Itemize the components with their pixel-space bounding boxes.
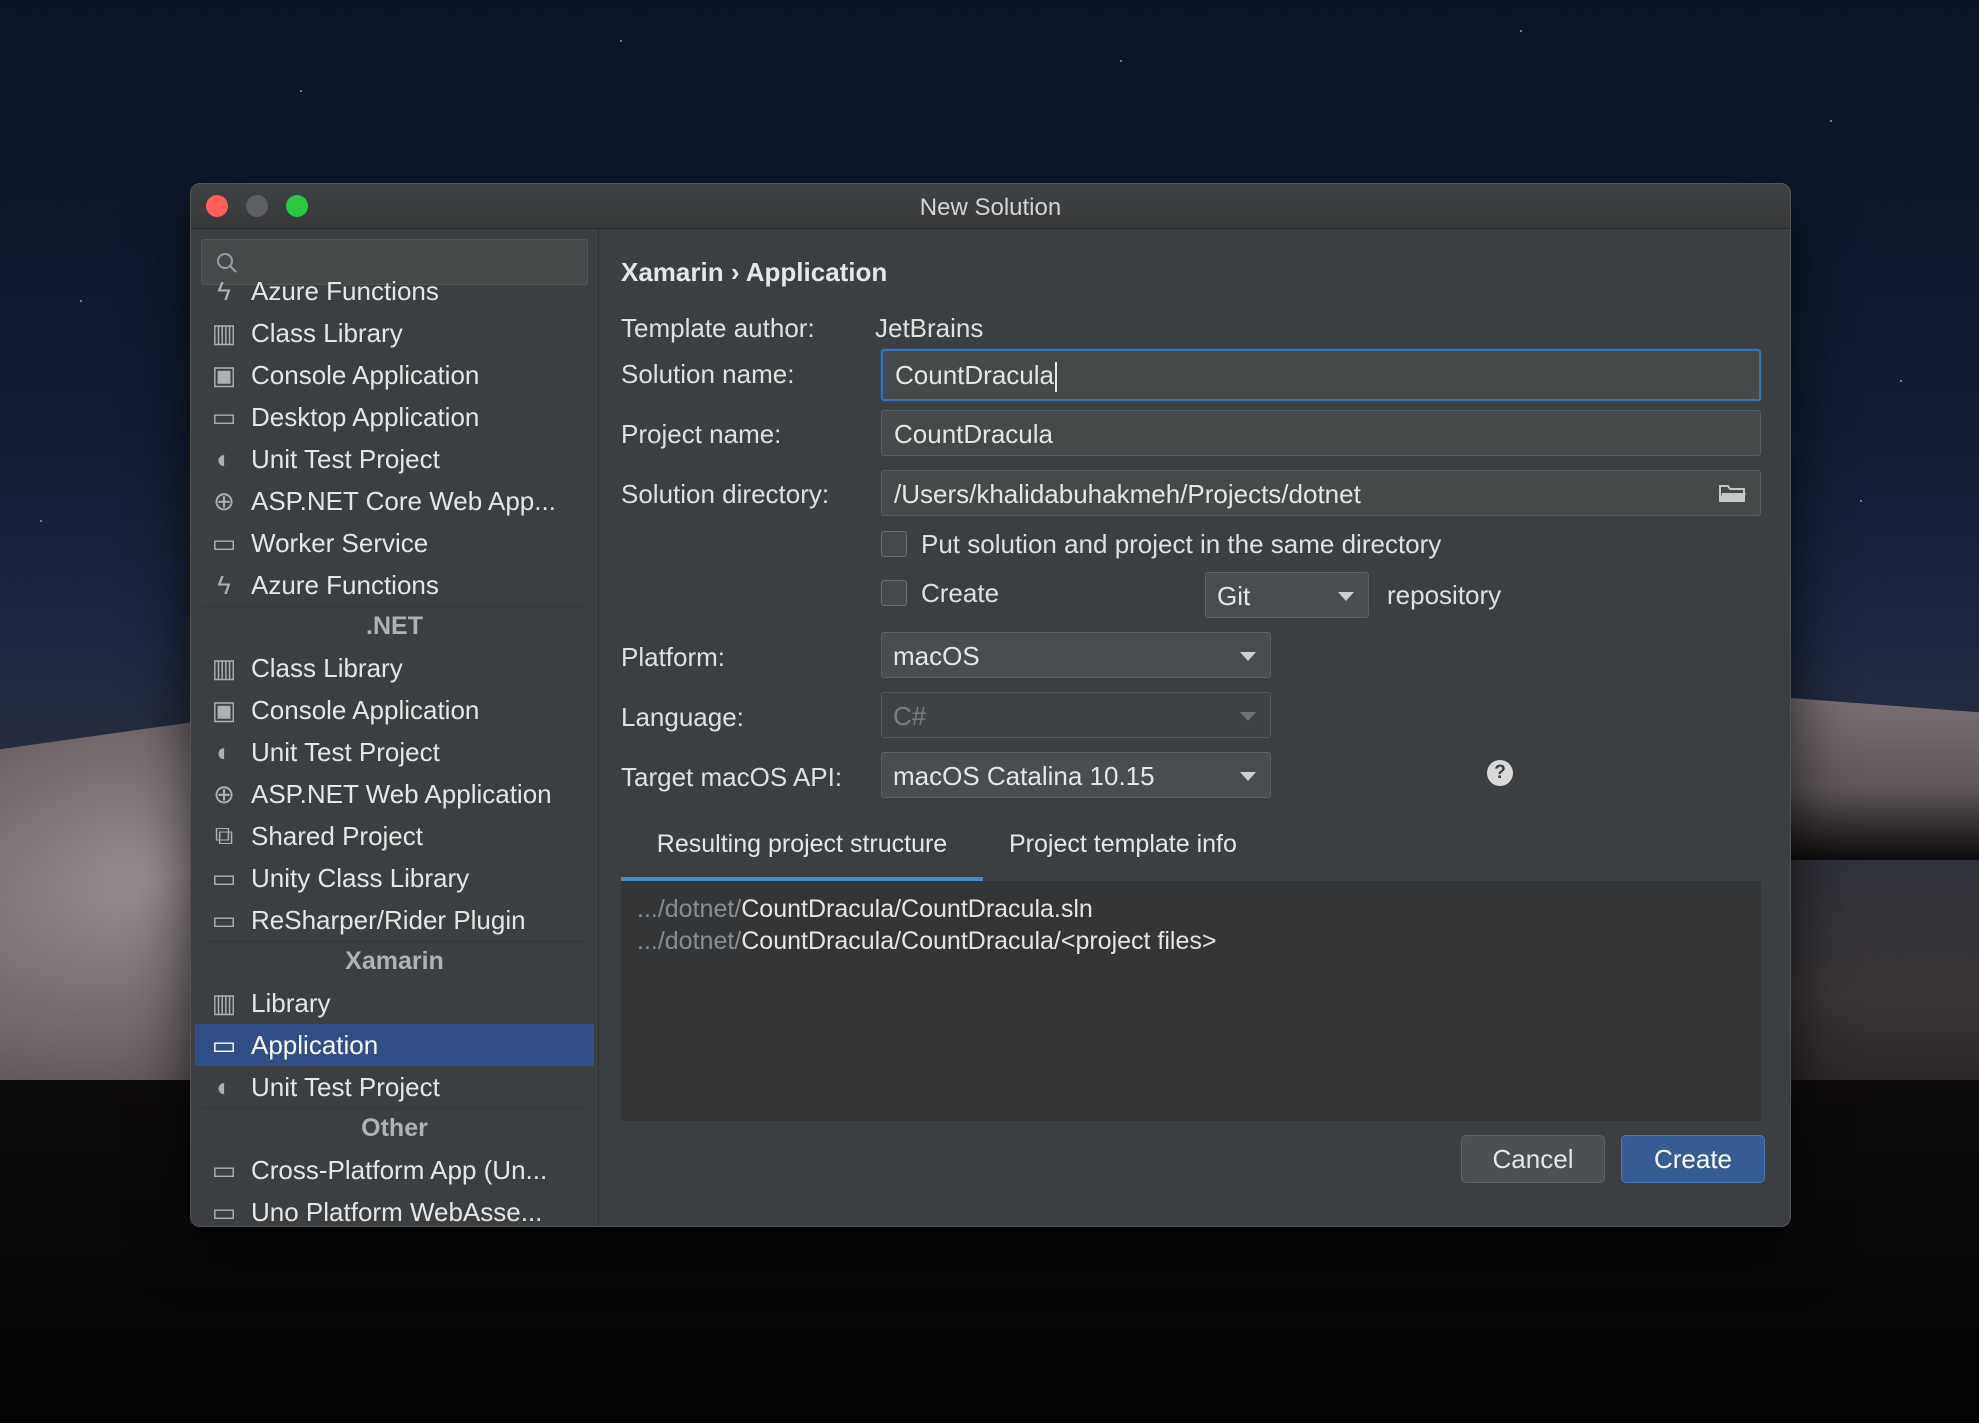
list-item[interactable]: ϟ Azure Functions	[191, 564, 598, 606]
chevron-down-icon	[1240, 712, 1256, 721]
list-item[interactable]: ϟ Azure Functions	[191, 270, 598, 312]
project-structure-panel: .../dotnet/CountDracula/CountDracula.sln…	[621, 881, 1761, 1121]
repository-label: repository	[1387, 580, 1502, 610]
tab-resulting-structure[interactable]: Resulting project structure	[621, 819, 983, 881]
list-item[interactable]: ◐ Unit Test Project	[191, 731, 598, 773]
library-icon: ▥	[211, 317, 237, 348]
help-icon[interactable]: ?	[1487, 760, 1513, 786]
new-solution-dialog: New Solution ϟ Azure Functions ▥ Class Lib…	[190, 183, 1791, 1227]
azure-functions-icon: ϟ	[217, 275, 231, 306]
project-name-label: Project name:	[621, 419, 782, 449]
list-item[interactable]: ◐ Unit Test Project	[191, 438, 598, 480]
list-item[interactable]: ▭ Uno Platform WebAsse...	[191, 1191, 598, 1227]
list-item[interactable]: ▥ Class Library	[191, 647, 598, 689]
template-sidebar: ϟ Azure Functions ▥ Class Library ▣ Console…	[191, 229, 599, 1226]
list-item[interactable]: ▥ Class Library	[191, 312, 598, 354]
list-item[interactable]: ⧉ Shared Project	[191, 815, 598, 857]
template-author-label: Template author:	[621, 313, 815, 343]
target-api-label: Target macOS API:	[621, 762, 843, 792]
chevron-down-icon	[1240, 652, 1256, 661]
shared-icon: ⧉	[214, 820, 234, 850]
solution-directory-label: Solution directory:	[621, 479, 830, 509]
chevron-down-icon	[1240, 772, 1256, 781]
globe-icon: ⊕	[213, 485, 235, 516]
solution-name-field[interactable]: CountDracula	[881, 349, 1761, 401]
unit-test-icon: ◐	[216, 736, 232, 767]
list-item[interactable]: ⊕ ASP.NET Core Web App...	[191, 480, 598, 522]
tab-template-info[interactable]: Project template info	[1009, 819, 1237, 877]
solution-name-label: Solution name:	[621, 359, 795, 389]
platform-select[interactable]: macOS	[881, 632, 1271, 678]
chevron-down-icon	[1338, 592, 1354, 601]
platform-label: Platform:	[621, 642, 726, 672]
same-directory-label: Put solution and project in the same dir…	[921, 529, 1442, 559]
list-item[interactable]: ▭ ReSharper/Rider Plugin	[191, 899, 598, 941]
desktop-icon: ▭	[211, 401, 237, 432]
window-icon: ▭	[211, 1154, 237, 1185]
unit-test-icon: ◐	[216, 443, 232, 474]
info-tabs: Resulting project structure Project temp…	[621, 819, 1761, 881]
unit-test-icon: ◐	[216, 1071, 232, 1102]
create-repository-label: Create	[921, 578, 1000, 608]
list-item[interactable]: ▭ Cross-Platform App (Un...	[191, 1149, 598, 1191]
template-list: ϟ Azure Functions ▥ Class Library ▣ Console…	[191, 276, 598, 1227]
main-panel: Xamarin › Application Template author: J…	[599, 229, 1790, 1226]
window-title: New Solution	[919, 194, 1062, 221]
template-author-value: JetBrains	[875, 313, 984, 343]
globe-icon: ⊕	[213, 778, 235, 809]
list-item-selected[interactable]: ▭ Application	[195, 1024, 594, 1066]
list-item[interactable]: ⊕ ASP.NET Web Application	[191, 773, 598, 815]
title-bar: New Solution	[191, 184, 1790, 229]
list-item[interactable]: ▥ Library	[191, 982, 598, 1024]
folder-open-icon[interactable]	[1718, 481, 1748, 505]
solution-directory-field[interactable]: /Users/khalidabuhakmeh/Projects/dotnet	[881, 470, 1761, 516]
console-icon: ▣	[211, 694, 237, 725]
list-item[interactable]: ▭ Unity Class Library	[191, 857, 598, 899]
library-icon: ▥	[211, 652, 237, 683]
structure-line: .../dotnet/CountDracula/CountDracula/<pr…	[637, 927, 1217, 955]
window-icon: ▭	[211, 1029, 237, 1060]
window-icon: ▭	[211, 904, 237, 935]
list-item[interactable]: ▭ Desktop Application	[191, 396, 598, 438]
language-label: Language:	[621, 702, 744, 732]
group-header-net: .NET	[201, 606, 588, 647]
language-select: C#	[881, 692, 1271, 738]
window-icon: ▭	[211, 862, 237, 893]
list-item[interactable]: ◐ Unit Test Project	[191, 1066, 598, 1108]
text-caret	[1054, 362, 1057, 393]
same-directory-checkbox[interactable]	[881, 531, 907, 557]
console-icon: ▣	[211, 359, 237, 390]
window-icon: ▭	[211, 1196, 237, 1227]
list-item[interactable]: ▭ Worker Service	[191, 522, 598, 564]
list-item[interactable]: ▣ Console Application	[191, 689, 598, 731]
group-header-other: Other	[201, 1108, 588, 1149]
project-name-field[interactable]: CountDracula	[881, 410, 1761, 456]
create-repository-checkbox[interactable]	[881, 580, 907, 606]
list-item[interactable]: ▣ Console Application	[191, 354, 598, 396]
cancel-button[interactable]: Cancel	[1461, 1135, 1605, 1183]
group-header-xamarin: Xamarin	[201, 941, 588, 982]
vcs-select[interactable]: Git	[1205, 572, 1369, 618]
create-button[interactable]: Create	[1621, 1135, 1765, 1183]
breadcrumb: Xamarin › Application	[621, 257, 888, 287]
target-api-select[interactable]: macOS Catalina 10.15	[881, 752, 1271, 798]
structure-line: .../dotnet/CountDracula/CountDracula.sln	[637, 895, 1093, 923]
azure-functions-icon: ϟ	[217, 569, 231, 600]
window-icon: ▭	[211, 527, 237, 558]
library-icon: ▥	[211, 987, 237, 1018]
